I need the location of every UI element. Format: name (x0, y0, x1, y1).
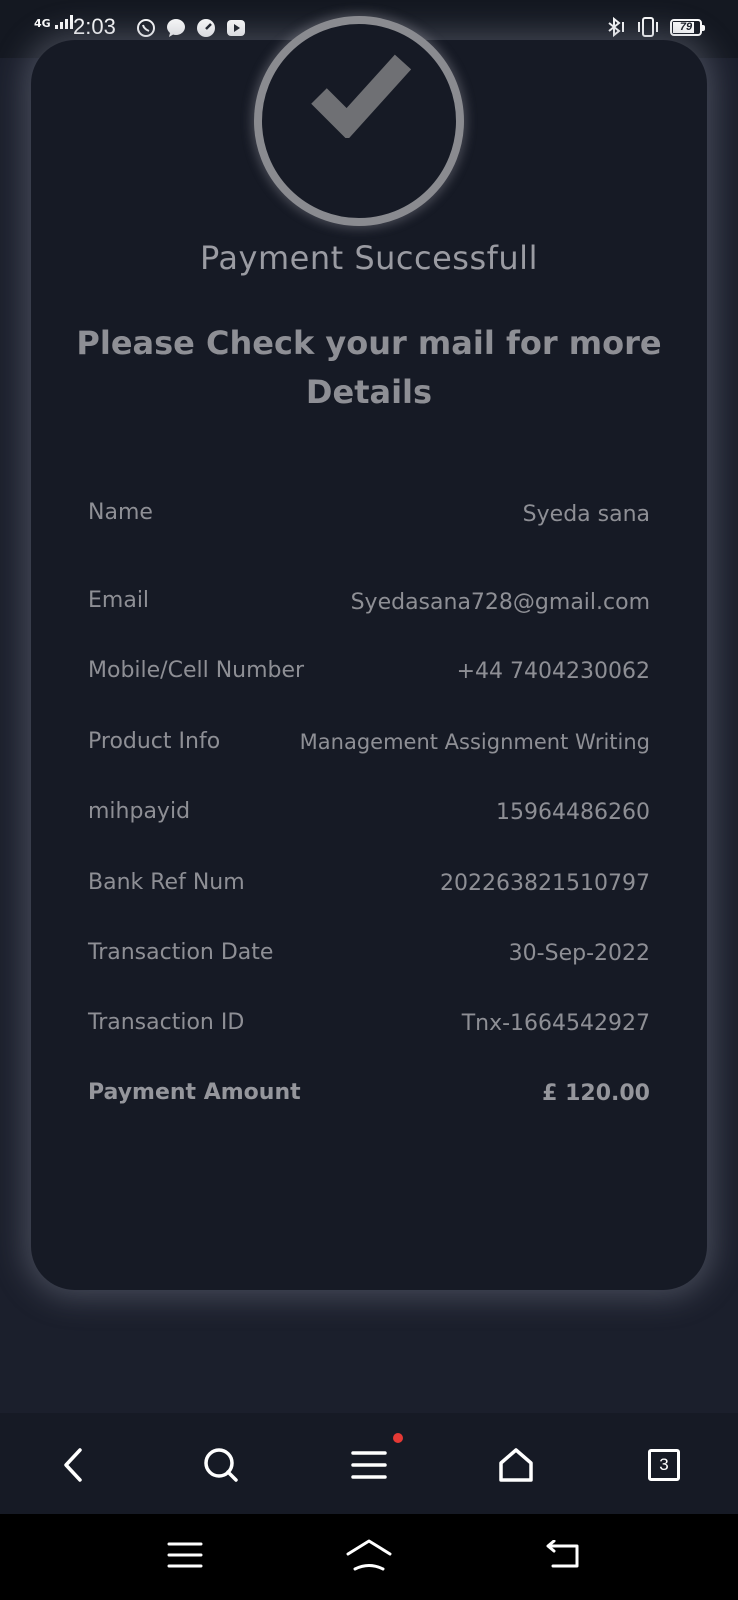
detail-value: 30-Sep-2022 (508, 941, 650, 966)
vibrate-icon (638, 17, 658, 37)
system-home-button[interactable] (345, 1534, 393, 1576)
menu-icon (351, 1451, 387, 1479)
detail-value: Management Assignment Writing (299, 730, 650, 754)
detail-row-mihpayid: mihpayid 15964486260 (88, 799, 650, 835)
search-icon (204, 1448, 238, 1482)
recents-button[interactable] (161, 1534, 209, 1576)
checkmark-icon (311, 54, 411, 138)
detail-label: Product Info (88, 729, 221, 754)
back-icon (64, 1448, 82, 1482)
home-icon (346, 1539, 392, 1571)
notification-icons (136, 18, 246, 38)
back-icon (546, 1540, 579, 1568)
system-status: 79 (604, 16, 705, 38)
detail-value: 202263821510797 (440, 871, 650, 896)
clock: 2:03 (73, 14, 116, 39)
detail-row-product: Product Info Management Assignment Writi… (88, 729, 650, 765)
search-button[interactable] (199, 1443, 243, 1487)
detail-row-name: Name Syeda sana (88, 500, 650, 536)
detail-row-transaction-id: Transaction ID Tnx-1664542927 (88, 1010, 650, 1046)
detail-label: mihpayid (88, 799, 191, 824)
page-subtitle: Please Check your mail for more Details (76, 324, 662, 411)
detail-label: Bank Ref Num (88, 870, 245, 895)
detail-row-payment-amount: Payment Amount £ 120.00 (88, 1080, 650, 1116)
youtube-icon (226, 18, 246, 38)
battery-level: 79 (679, 21, 693, 33)
system-back-button[interactable] (540, 1534, 588, 1576)
network-indicator: 4G (34, 15, 75, 29)
detail-row-transaction-date: Transaction Date 30-Sep-2022 (88, 940, 650, 976)
menu-button[interactable] (347, 1443, 391, 1487)
success-badge (254, 16, 464, 226)
detail-value: Tnx-1664542927 (461, 1011, 650, 1036)
network-type: 4G (34, 17, 51, 30)
detail-row-bank-ref: Bank Ref Num 202263821510797 (88, 870, 650, 906)
tabs-count: 3 (659, 1455, 669, 1474)
detail-row-mobile: Mobile/Cell Number +44 7404230062 (88, 658, 650, 694)
notification-dot (393, 1433, 403, 1443)
detail-label: Transaction ID (88, 1010, 245, 1035)
system-navigation-bar (0, 1514, 738, 1600)
back-button[interactable] (52, 1443, 96, 1487)
detail-value: +44 7404230062 (456, 659, 650, 684)
tabs-button[interactable]: 3 (642, 1443, 686, 1487)
signal-icon (54, 15, 73, 29)
detail-label: Email (88, 588, 150, 613)
bluetooth-icon (608, 16, 624, 38)
payment-amount: £ 120.00 (542, 1081, 650, 1106)
detail-label: Payment Amount (88, 1080, 301, 1105)
detail-label: Name (88, 500, 153, 525)
recents-icon (167, 1542, 203, 1568)
browser-toolbar: 3 (0, 1413, 738, 1514)
tabs-icon: 3 (648, 1449, 680, 1481)
detail-value: Syedasana728@gmail.com (350, 590, 650, 615)
detail-value: Syeda sana (522, 502, 650, 527)
message-icon (166, 18, 186, 38)
battery-icon: 79 (670, 18, 705, 36)
detail-label: Mobile/Cell Number (88, 658, 305, 683)
home-button[interactable] (494, 1443, 538, 1487)
page-title: Payment Successfull (200, 239, 538, 277)
detail-value: 15964486260 (496, 800, 650, 825)
whatsapp-icon (136, 18, 156, 38)
home-icon (499, 1448, 533, 1482)
payment-card: Payment Successfull Please Check your ma… (31, 16, 707, 1290)
detail-row-email: Email Syedasana728@gmail.com (88, 588, 650, 624)
detail-label: Transaction Date (88, 940, 274, 965)
speedometer-icon (196, 18, 216, 38)
